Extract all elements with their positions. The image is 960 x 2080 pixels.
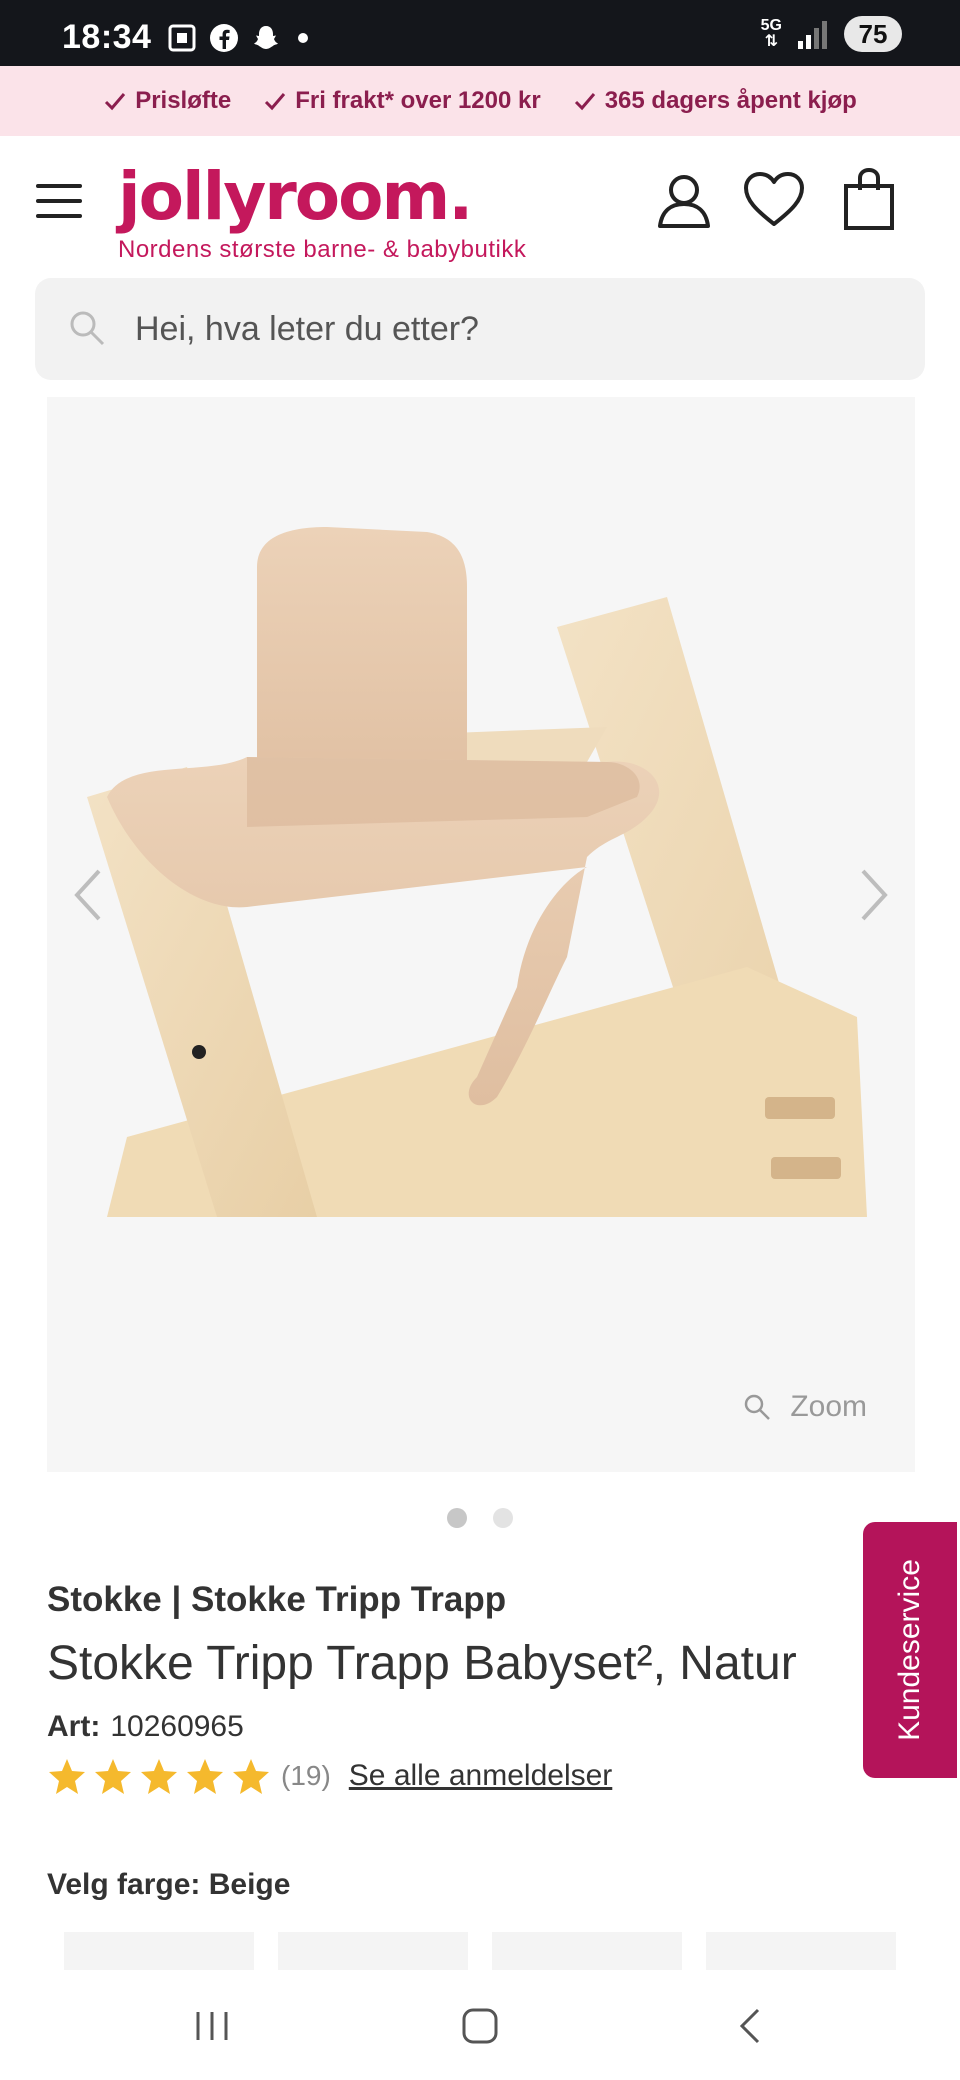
promo-item-free-shipping: Fri frakt* over 1200 kr (263, 87, 541, 115)
previous-image-arrow-icon[interactable] (69, 865, 109, 925)
battery-indicator: 75 (844, 16, 902, 52)
see-all-reviews-link[interactable]: Se alle anmeldelser (349, 1759, 612, 1793)
star-icon (187, 1759, 223, 1794)
site-tagline: Nordens største barne- & babybutikk (118, 236, 527, 263)
product-image-gallery[interactable]: Zoom (47, 397, 915, 1472)
snapchat-icon (254, 26, 278, 49)
star-icon (95, 1759, 131, 1794)
product-title: Stokke Tripp Trapp Babyset², Natur (47, 1637, 797, 1690)
search-bar[interactable] (35, 278, 925, 380)
color-swatch[interactable] (64, 1932, 254, 1972)
article-number: Art: 10260965 (47, 1710, 244, 1744)
site-header: jollyroom. Nordens største barne- & baby… (0, 136, 960, 278)
check-icon (574, 93, 595, 111)
status-left-icons (166, 22, 308, 54)
customer-service-button[interactable]: Kundeservice (863, 1522, 957, 1778)
check-icon (265, 93, 286, 111)
site-logo[interactable]: jollyroom. (118, 158, 473, 235)
promo-item-price-promise: Prisløfte (103, 87, 231, 115)
shopping-bag-icon[interactable] (838, 168, 902, 232)
color-swatch[interactable] (706, 1932, 896, 1972)
home-icon[interactable] (458, 2004, 502, 2048)
star-icon (233, 1759, 269, 1794)
article-label: Art: (47, 1710, 101, 1743)
menu-icon[interactable] (36, 184, 82, 218)
color-swatch[interactable] (492, 1932, 682, 1972)
gallery-pagination (0, 1508, 960, 1528)
account-icon[interactable] (652, 168, 716, 232)
product-brand[interactable]: Stokke | Stokke Tripp Trapp (47, 1580, 506, 1620)
status-time: 18:34 (62, 18, 152, 56)
zoom-button[interactable]: Zoom (742, 1390, 867, 1424)
product-rating: (19) Se alle anmeldelser (47, 1756, 612, 1796)
color-selector-label: Velg farge: Beige (47, 1868, 291, 1901)
product-image (87, 527, 867, 1217)
system-nav-bar (0, 1970, 960, 2080)
color-swatch[interactable] (278, 1932, 468, 1972)
zoom-search-icon (745, 1394, 771, 1420)
article-value: 10260965 (110, 1710, 244, 1743)
recent-apps-icon[interactable] (190, 2004, 234, 2048)
back-icon[interactable] (728, 2004, 772, 2048)
zoom-label: Zoom (790, 1390, 867, 1423)
promo-bar: Prisløfte Fri frakt* over 1200 kr 365 da… (0, 66, 960, 136)
search-input[interactable] (135, 278, 895, 380)
review-count: (19) (281, 1760, 331, 1791)
customer-service-label: Kundeservice (893, 1559, 926, 1741)
color-swatches (64, 1932, 896, 1972)
gallery-dot-2[interactable] (493, 1508, 513, 1528)
star-icon (49, 1759, 85, 1794)
search-icon (70, 311, 105, 346)
gallery-dot-1[interactable] (447, 1508, 467, 1528)
next-image-arrow-icon[interactable] (853, 865, 893, 925)
check-icon (105, 93, 126, 111)
status-bar: 18:34 5G ⇅ 75 (0, 0, 960, 66)
wishlist-heart-icon[interactable] (742, 168, 806, 232)
facebook-icon (210, 24, 238, 52)
signal-icon (798, 21, 827, 49)
star-icon (141, 1759, 177, 1794)
notification-dot (298, 33, 308, 43)
network-5g-icon: 5G ⇅ (760, 17, 782, 50)
screenshot-icon (168, 24, 196, 52)
promo-item-open-purchase: 365 dagers åpent kjøp (573, 87, 857, 115)
status-right: 5G ⇅ 75 (761, 16, 902, 52)
